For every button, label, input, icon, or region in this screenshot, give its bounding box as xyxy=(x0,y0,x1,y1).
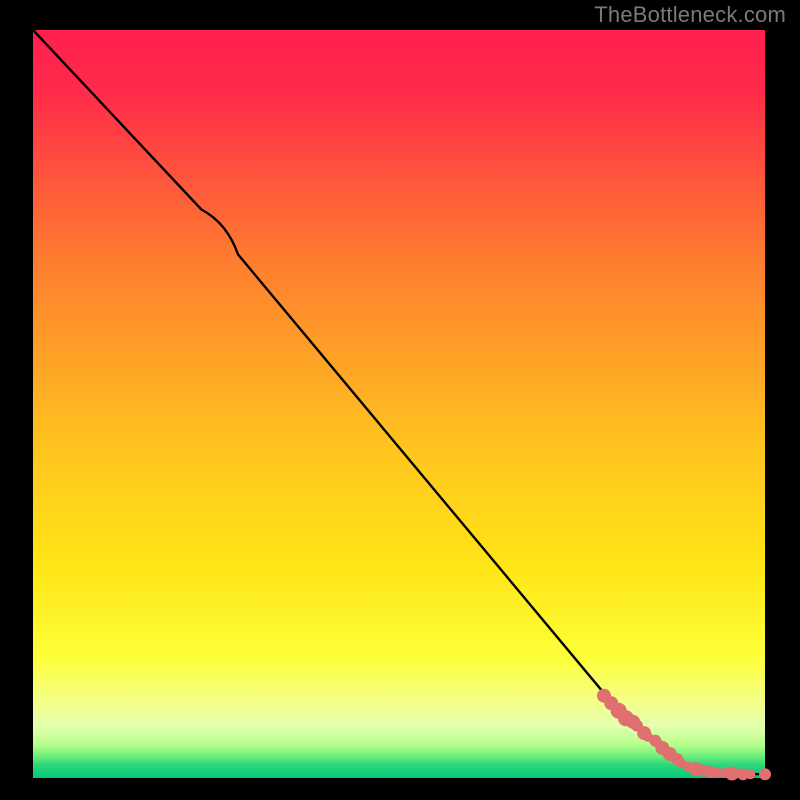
bottleneck-chart xyxy=(0,0,800,800)
chart-stage: TheBottleneck.com xyxy=(0,0,800,800)
data-point xyxy=(725,767,739,781)
plot-background xyxy=(33,30,765,778)
data-point xyxy=(745,769,755,779)
watermark-text: TheBottleneck.com xyxy=(594,2,786,28)
data-point xyxy=(759,768,771,780)
